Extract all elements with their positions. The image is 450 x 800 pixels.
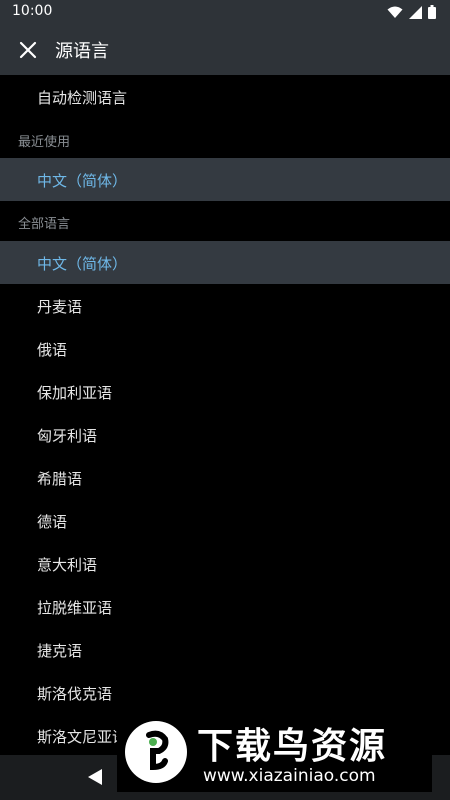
- language-item-auto-detect[interactable]: 自动检测语言: [0, 75, 450, 118]
- back-triangle-icon[interactable]: [86, 768, 104, 786]
- language-item-label: 德语: [37, 513, 68, 531]
- language-item-label: 丹麦语: [37, 298, 83, 316]
- section-header-all: 全部语言: [18, 217, 71, 232]
- language-item-recent[interactable]: 中文（简体）: [0, 158, 450, 201]
- language-item-label: 俄语: [37, 341, 68, 359]
- section-header-recent: 最近使用: [18, 135, 71, 150]
- language-item[interactable]: 捷克语: [0, 628, 450, 671]
- status-time: 10:00: [12, 3, 53, 19]
- language-item-label: 意大利语: [37, 556, 98, 574]
- language-item[interactable]: 意大利语: [0, 542, 450, 585]
- language-item[interactable]: 俄语: [0, 327, 450, 370]
- app-bar: 源语言: [0, 24, 450, 75]
- language-item[interactable]: 拉脱维亚语: [0, 585, 450, 628]
- language-item-label: 匈牙利语: [37, 427, 98, 445]
- language-item-label: 自动检测语言: [37, 89, 128, 107]
- watermark-url: www.xiazainiao.com: [203, 766, 376, 786]
- battery-icon: [428, 5, 436, 19]
- language-item-label: 捷克语: [37, 642, 83, 660]
- signal-icon: [409, 5, 422, 19]
- status-bar: 10:00: [0, 0, 450, 24]
- language-item[interactable]: 保加利亚语: [0, 370, 450, 413]
- bird-logo-icon: [146, 730, 169, 771]
- language-item-label: 中文（简体）: [37, 172, 128, 190]
- language-item-label: 希腊语: [37, 470, 83, 488]
- language-item[interactable]: 匈牙利语: [0, 413, 450, 456]
- language-item-label: 斯洛伐克语: [37, 685, 113, 703]
- language-item[interactable]: 中文（简体）: [0, 241, 450, 284]
- language-item[interactable]: 斯洛伐克语: [0, 671, 450, 714]
- close-button[interactable]: [14, 36, 42, 64]
- language-list[interactable]: 自动检测语言 最近使用 中文（简体） 全部语言 中文（简体） 丹麦语 俄语 保加…: [0, 75, 450, 755]
- watermark-title: 下载鸟资源: [197, 726, 388, 767]
- watermark-logo: [125, 721, 187, 783]
- language-item-label: 拉脱维亚语: [37, 599, 113, 617]
- language-item[interactable]: 丹麦语: [0, 284, 450, 327]
- page-title: 源语言: [55, 41, 109, 62]
- watermark: 下载鸟资源 www.xiazainiao.com: [117, 712, 432, 792]
- language-item[interactable]: 希腊语: [0, 456, 450, 499]
- language-item-label: 斯洛文尼亚语: [37, 728, 128, 746]
- language-item-label: 中文（简体）: [37, 255, 128, 273]
- wifi-icon: [387, 6, 403, 18]
- status-icons: [387, 5, 436, 19]
- close-icon: [19, 41, 37, 59]
- language-item[interactable]: 德语: [0, 499, 450, 542]
- language-item-label: 保加利亚语: [37, 384, 113, 402]
